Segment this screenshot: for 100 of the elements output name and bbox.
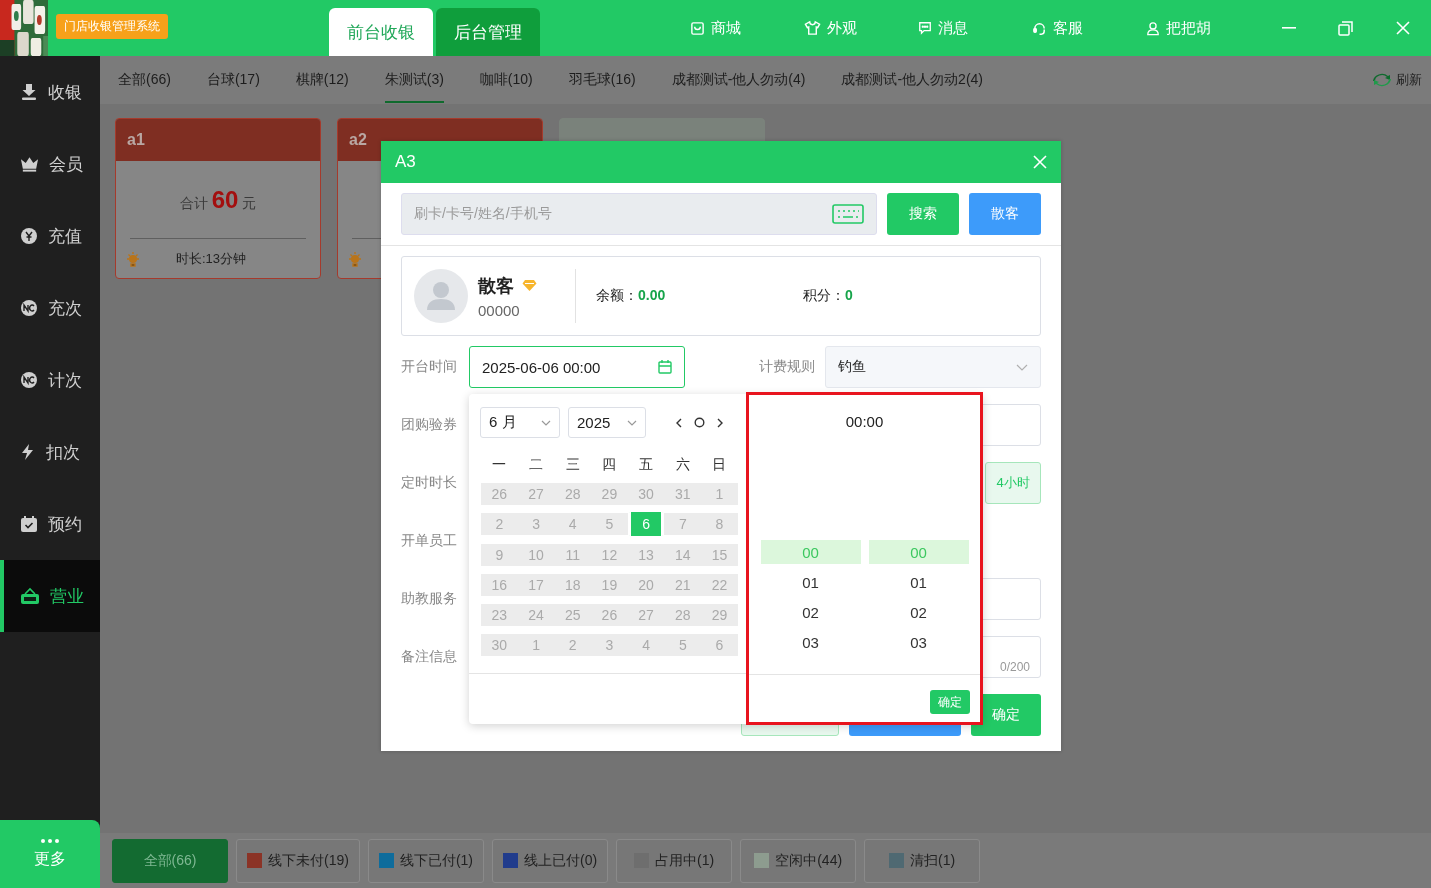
weekday-label: 六 <box>674 456 691 474</box>
status-filter[interactable]: 全部(66) <box>112 838 228 883</box>
keyboard-icon[interactable] <box>832 204 864 224</box>
minute-option[interactable]: 00 <box>868 540 969 564</box>
status-filter[interactable]: 占用中(1) <box>616 838 733 883</box>
header-menu-item[interactable]: 商城 <box>690 18 804 38</box>
category-tab[interactable]: 羽毛球(16) <box>550 56 654 104</box>
points-text: 积分：0 <box>803 287 854 305</box>
diamond-icon <box>522 279 537 292</box>
category-tab[interactable]: 台球(17) <box>188 56 278 104</box>
balance-text: 余额：0.00 <box>596 287 667 305</box>
weekday-label: 二 <box>528 456 545 474</box>
sidebar-item[interactable]: 扣次 <box>0 416 100 488</box>
status-filter[interactable]: 线下已付(1) <box>367 838 485 883</box>
duration-option[interactable]: 4小时 <box>985 462 1041 504</box>
field-label: 计费规则 <box>759 358 816 376</box>
chat-icon <box>918 21 932 35</box>
download-icon <box>20 83 38 101</box>
char-counter: 0/200 <box>999 660 1030 674</box>
time-confirm-button[interactable]: 确定 <box>930 690 970 714</box>
dialog-title: A3 <box>395 152 416 172</box>
header-menu-item[interactable]: 消息 <box>918 18 1032 38</box>
calendar-icon <box>658 360 672 374</box>
weekday-label: 一 <box>491 456 508 474</box>
time-value: 00:00 <box>845 413 884 430</box>
minute-option[interactable]: 03 <box>868 630 969 654</box>
search-field[interactable]: 刷卡/卡号/姓名/手机号 <box>401 193 877 235</box>
minimize-icon[interactable] <box>1281 27 1296 29</box>
sidebar-item[interactable]: 收银 <box>0 56 100 128</box>
hour-option[interactable]: 03 <box>760 630 861 654</box>
year-select[interactable]: 2025 <box>568 407 646 438</box>
more-button[interactable]: 更多 <box>0 820 100 888</box>
guest-button[interactable]: 散客 <box>969 193 1041 235</box>
category-tab[interactable]: 朱测试(3) <box>366 56 462 104</box>
chevron-right-icon[interactable] <box>717 417 723 428</box>
field-label: 定时时长 <box>401 474 458 492</box>
category-tab[interactable]: 全部(66) <box>100 56 189 104</box>
hour-option[interactable]: 02 <box>760 600 861 624</box>
mode-tab[interactable]: 后台管理 <box>436 8 540 56</box>
close-icon[interactable] <box>1033 155 1047 169</box>
headset-icon <box>1032 20 1047 36</box>
sidebar-item[interactable]: 会员 <box>0 128 100 200</box>
field-label: 开台时间 <box>401 358 458 376</box>
duration-text: 时长:13分钟 <box>176 249 247 268</box>
refresh-icon <box>1372 72 1392 88</box>
header-menu-item[interactable]: 外观 <box>804 18 918 38</box>
billing-select[interactable]: 钓鱼 <box>825 346 1041 388</box>
date-field[interactable]: 2025-06-06 00:00 <box>469 346 685 388</box>
sidebar-item[interactable]: 预约 <box>0 488 100 560</box>
sidebar-item[interactable]: 充次 <box>0 272 100 344</box>
calendar-day[interactable]: 6 <box>627 512 665 536</box>
category-tab[interactable]: 成都测试-他人勿动(4) <box>653 56 824 104</box>
open-sign-icon <box>20 587 40 605</box>
minute-option[interactable]: 02 <box>868 600 969 624</box>
hour-option[interactable]: 01 <box>760 570 861 594</box>
minute-option[interactable]: 01 <box>868 570 969 594</box>
status-filter[interactable]: 清扫(1) <box>864 838 981 883</box>
user-icon <box>1146 20 1160 36</box>
room-title: a1 <box>127 131 145 149</box>
sidebar-item[interactable]: 充值 <box>0 200 100 272</box>
weekday-label: 五 <box>638 456 655 474</box>
bag-icon <box>690 20 705 36</box>
sidebar-item[interactable]: 计次 <box>0 344 100 416</box>
total-amount: 合计 60 元 <box>179 185 257 214</box>
chevron-down-icon <box>1016 363 1028 371</box>
close-icon[interactable] <box>1395 21 1410 35</box>
coin-icon <box>20 371 38 389</box>
app-badge: 门店收银管理系统 <box>56 14 168 39</box>
category-tab[interactable]: 咖啡(10) <box>461 56 551 104</box>
header-menu-item[interactable]: 客服 <box>1032 18 1146 38</box>
today-circle-icon[interactable] <box>694 417 705 428</box>
month-select[interactable]: 6 月 <box>480 407 560 438</box>
weekday-label: 四 <box>601 456 618 474</box>
coin-icon <box>20 299 38 317</box>
hour-option[interactable]: 00 <box>760 540 861 564</box>
chevron-down-icon <box>627 419 637 426</box>
shirt-icon <box>804 20 821 36</box>
weekday-label: 日 <box>711 456 728 474</box>
status-filter[interactable]: 线上已付(0) <box>492 838 609 883</box>
field-label: 团购验券 <box>401 416 458 434</box>
refresh-button[interactable]: 刷新 <box>1366 56 1431 104</box>
calendar-check-icon <box>20 515 38 533</box>
room-title: a2 <box>349 131 367 149</box>
search-button[interactable]: 搜索 <box>887 193 959 235</box>
chevron-left-icon[interactable] <box>676 417 682 428</box>
sidebar-item[interactable]: 营业 <box>0 560 100 632</box>
dots-icon <box>41 838 59 843</box>
header-menu-item[interactable]: 把把胡 <box>1146 18 1260 38</box>
mode-tab[interactable]: 前台收银 <box>329 8 433 56</box>
field-label: 助教服务 <box>401 590 458 608</box>
lamp-icon <box>126 250 140 267</box>
status-filter[interactable]: 空闲中(44) <box>740 838 857 883</box>
field-label: 备注信息 <box>401 648 458 666</box>
category-tab[interactable]: 成都测试-他人勿动2(4) <box>823 56 1001 104</box>
avatar <box>414 269 468 323</box>
restore-icon[interactable] <box>1338 20 1353 36</box>
category-tab[interactable]: 棋牌(12) <box>277 56 367 104</box>
status-filter[interactable]: 线下未付(19) <box>236 838 360 883</box>
member-code: 00000 <box>478 301 521 319</box>
room-card[interactable]: a1 合计 60 元 时长:13分钟 <box>115 118 321 279</box>
